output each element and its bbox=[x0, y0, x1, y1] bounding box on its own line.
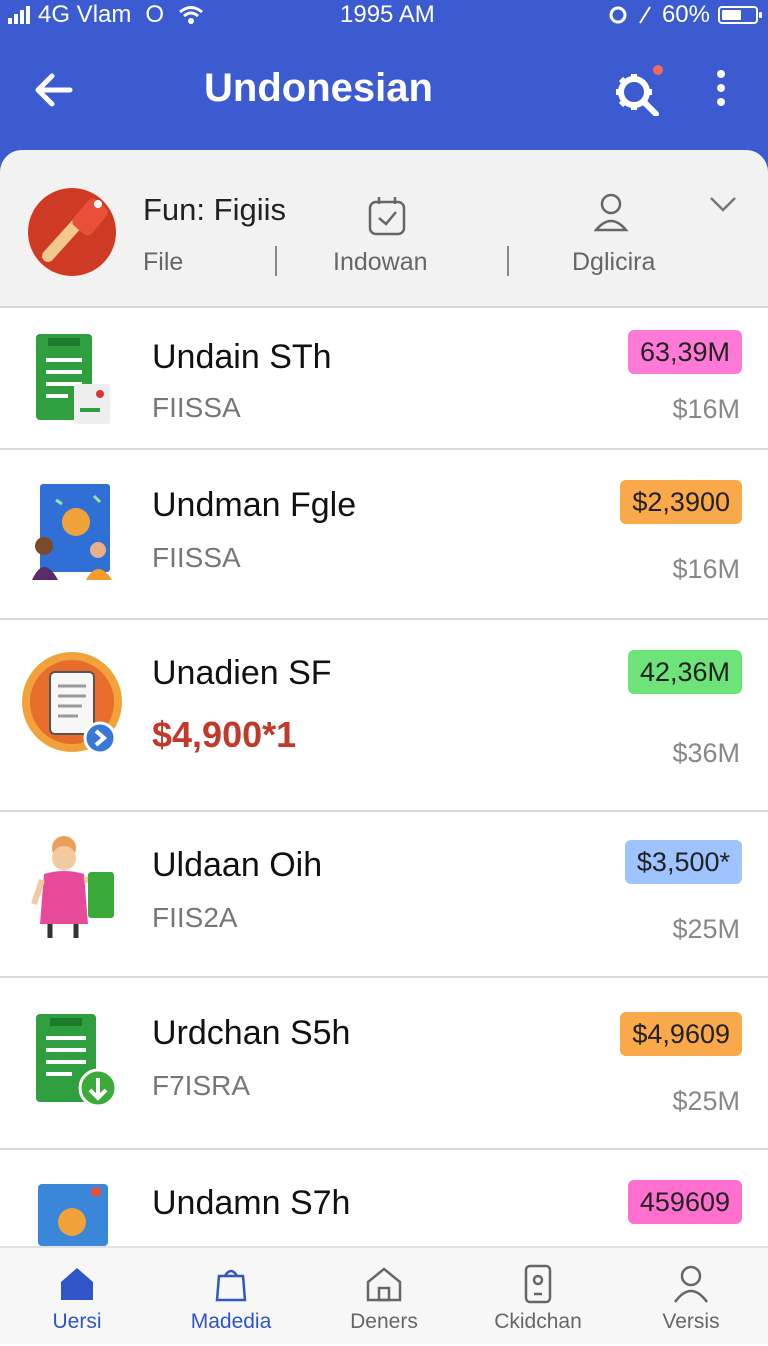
nav-label: Uersi bbox=[52, 1310, 102, 1333]
home-icon bbox=[61, 1268, 93, 1300]
location-icon bbox=[639, 6, 651, 24]
item-name: Unadien SF bbox=[152, 654, 332, 692]
divider bbox=[275, 246, 277, 276]
item-value: $16M bbox=[672, 394, 740, 424]
item-price: $4,900*1 bbox=[152, 714, 297, 755]
battery-fill bbox=[722, 10, 742, 20]
status-time: 1995 AM bbox=[340, 1, 435, 28]
woman-with-bag-icon bbox=[31, 836, 114, 938]
item-value: $36M bbox=[672, 738, 740, 768]
item-value: $25M bbox=[672, 914, 740, 944]
image-card-icon bbox=[38, 1184, 108, 1246]
signal-icon bbox=[8, 6, 30, 24]
brush-logo-icon bbox=[28, 188, 116, 276]
item-subtitle: FIISSA bbox=[152, 392, 241, 423]
chevron-down-icon[interactable] bbox=[708, 194, 738, 214]
arrow-left-icon[interactable] bbox=[30, 66, 78, 114]
person-icon[interactable] bbox=[594, 192, 634, 234]
list-item[interactable]: Undman Fgle FIISSA $2,3900 $16M bbox=[0, 450, 768, 620]
nav-label: Madedia bbox=[190, 1310, 272, 1333]
item-name: Undain STh bbox=[152, 338, 332, 376]
filter-title: Fun: Figiis bbox=[143, 192, 286, 227]
divider bbox=[507, 246, 509, 276]
price-badge: 459609 bbox=[627, 1180, 742, 1224]
nav-item-uersi[interactable]: Uersi bbox=[0, 1248, 154, 1346]
item-subtitle: FIIS2A bbox=[152, 902, 238, 933]
more-vertical-icon[interactable] bbox=[706, 66, 736, 114]
price-badge: $4,9609 bbox=[620, 1012, 742, 1056]
price-badge: $3,500* bbox=[624, 840, 742, 884]
list-item[interactable]: Uldaan Oih FIIS2A $3,500* $25M bbox=[0, 812, 768, 978]
nav-label: Deners bbox=[350, 1310, 418, 1333]
calendar-check-icon[interactable] bbox=[367, 194, 407, 238]
phone-icon bbox=[524, 1264, 552, 1304]
download-document-icon bbox=[36, 1014, 118, 1108]
item-name: Undman Fgle bbox=[152, 486, 357, 524]
filter-bar: Fun: Figiis File Indowan Dglicira bbox=[0, 150, 768, 308]
nav-label: Versis bbox=[662, 1310, 720, 1333]
list-item[interactable]: Undain STh FIISSA 63,39M $16M bbox=[0, 308, 768, 450]
item-name: Uldaan Oih bbox=[152, 846, 323, 884]
list-item[interactable]: Undamn S7h 459609 bbox=[0, 1150, 768, 1246]
bag-icon bbox=[215, 1269, 247, 1302]
nav-label: Ckidchan bbox=[494, 1310, 582, 1333]
price-badge: 42,36M bbox=[627, 650, 742, 694]
nav-item-ckidchan[interactable]: Ckidchan bbox=[461, 1248, 615, 1346]
wifi-icon bbox=[179, 6, 203, 24]
bottom-nav: Uersi Madedia Deners Ckidchan Versis bbox=[0, 1246, 768, 1344]
price-badge: $2,3900 bbox=[620, 480, 742, 524]
filter-dglicira-tab[interactable]: Dglicira bbox=[572, 248, 655, 277]
battery-percent: 60% bbox=[661, 1, 710, 28]
house-icon bbox=[366, 1267, 402, 1302]
item-value: $25M bbox=[672, 1086, 740, 1116]
status-bar: 4G Vlam O 1995 AM 60% bbox=[0, 0, 768, 30]
page-title: Undonesian bbox=[204, 66, 433, 110]
nav-item-madedia[interactable]: Madedia bbox=[154, 1248, 308, 1346]
person-icon bbox=[673, 1265, 709, 1303]
price-badge: 63,39M bbox=[627, 330, 742, 374]
list-item[interactable]: Unadien SF $4,900*1 42,36M $36M bbox=[0, 620, 768, 812]
item-subtitle: F7ISRA bbox=[152, 1070, 251, 1101]
filter-indowan-tab[interactable]: Indowan bbox=[333, 248, 428, 277]
sync-icon bbox=[609, 6, 627, 24]
filter-file-tab[interactable]: File bbox=[143, 248, 183, 277]
document-arrow-icon bbox=[22, 652, 122, 755]
item-subtitle: FIISSA bbox=[152, 542, 241, 573]
item-value: $16M bbox=[672, 554, 740, 584]
list-item[interactable]: Urdchan S5h F7ISRA $4,9609 $25M bbox=[0, 978, 768, 1150]
gear-icon[interactable] bbox=[612, 64, 664, 116]
nav-item-deners[interactable]: Deners bbox=[307, 1248, 461, 1346]
item-name: Undamn S7h bbox=[152, 1184, 351, 1222]
network-label: 4G Vlam bbox=[38, 1, 132, 28]
spreadsheet-icon bbox=[36, 334, 110, 424]
status-extra: O bbox=[145, 1, 165, 28]
nav-item-versis[interactable]: Versis bbox=[614, 1248, 768, 1346]
poster-people-icon bbox=[32, 484, 112, 580]
battery-icon bbox=[718, 6, 762, 24]
item-name: Urdchan S5h bbox=[152, 1014, 351, 1052]
